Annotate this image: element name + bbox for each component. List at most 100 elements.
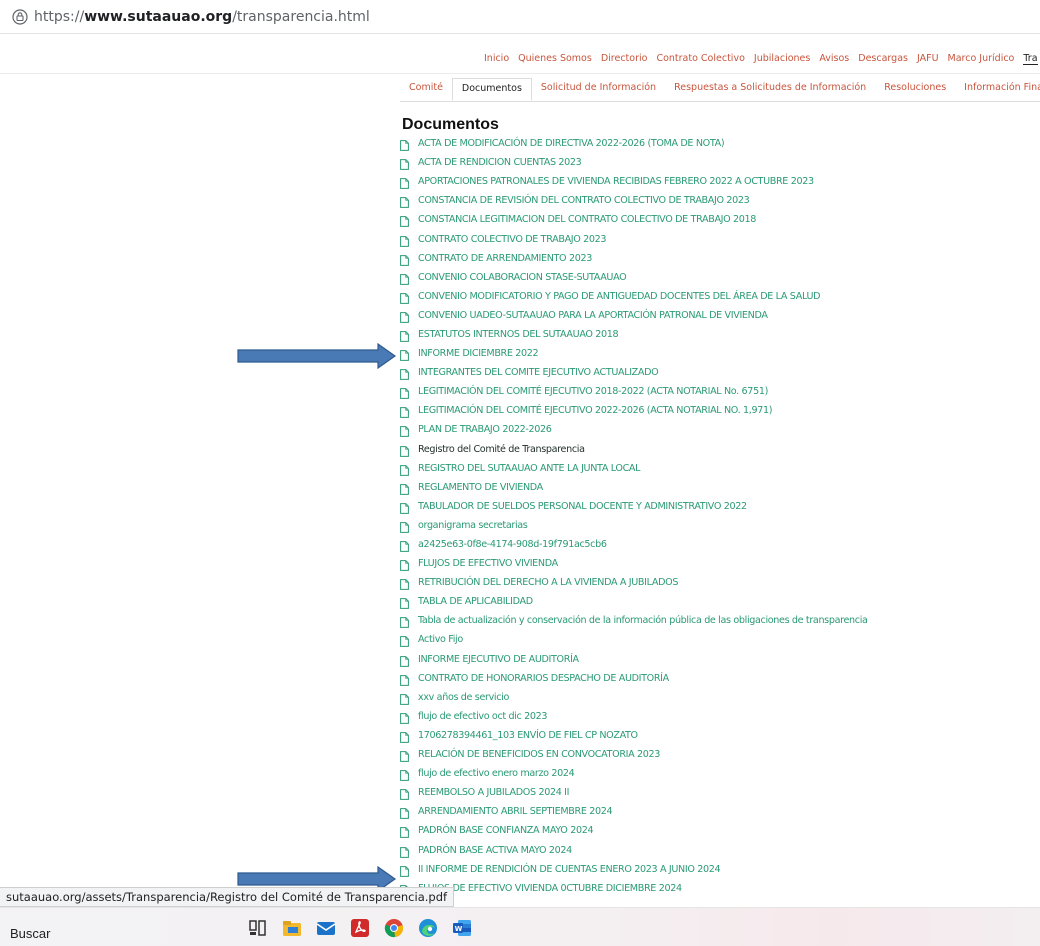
document-link[interactable]: ACTA DE MODIFICACIÓN DE DIRECTIVA 2022-2… [400,134,1040,153]
nav-item-3[interactable]: Contrato Colectivo [656,53,744,65]
document-link[interactable]: FLUJOS DE EFECTIVO VIVIENDA 0CTUBRE DICI… [400,879,1040,898]
document-link[interactable]: a2425e63-0f8e-4174-908d-19f791ac5cb6 [400,535,1040,554]
tab-3[interactable]: Respuestas a Solicitudes de Información [665,78,875,101]
nav-item-1[interactable]: Quienes Somos [518,53,592,65]
document-title: a2425e63-0f8e-4174-908d-19f791ac5cb6 [418,539,607,551]
document-link[interactable]: INFORME EJECUTIVO DE AUDITORÍA [400,650,1040,669]
edge-icon[interactable] [417,917,439,939]
document-title: APORTACIONES PATRONALES DE VIVIENDA RECI… [418,176,814,188]
file-icon [400,444,409,457]
document-title: flujo de efectivo enero marzo 2024 [418,768,575,780]
tab-4[interactable]: Resoluciones [875,78,955,101]
document-link[interactable]: CONVENIO MODIFICATORIO Y PAGO DE ANTIGUE… [400,287,1040,306]
document-link[interactable]: Tabla de actualización y conservación de… [400,611,1040,630]
document-link[interactable]: ESTATUTOS INTERNOS DEL SUTAAUAO 2018 [400,325,1040,344]
url-host: www.sutaauao.org [84,9,233,25]
document-link[interactable]: CONSTANCIA DE REVISIÓN DEL CONTRATO COLE… [400,191,1040,210]
file-icon [400,615,409,629]
file-icon [400,845,409,858]
file-explorer-icon[interactable] [281,917,303,939]
document-link[interactable]: organigrama secretarias [400,516,1040,535]
document-link[interactable]: LEGITIMACIÓN DEL COMITÉ EJECUTIVO 2022-2… [400,401,1040,420]
mail-icon[interactable] [315,917,337,939]
document-link[interactable]: flujo de efectivo enero marzo 2024 [400,764,1040,783]
document-link[interactable]: CONSTANCIA LEGITIMACION DEL CONTRATO COL… [400,210,1040,229]
file-icon [400,157,409,171]
nav-item-6[interactable]: Descargas [858,53,908,65]
document-link[interactable]: RELACIÓN DE BENEFICIDOS EN CONVOCATORIA … [400,745,1040,764]
document-title: ACTA DE RENDICION CUENTAS 2023 [418,157,582,169]
document-link[interactable]: INTEGRANTES DEL COMITE EJECUTIVO ACTUALI… [400,363,1040,382]
top-nav-list: Inicio Quienes Somos Directorio Contrato Co… [484,53,1038,65]
url-text[interactable]: https://www.sutaauao.org/transparencia.h… [34,9,370,25]
nav-item-2[interactable]: Directorio [601,53,648,65]
document-link[interactable]: PADRÓN BASE ACTIVA MAYO 2024 [400,840,1040,859]
document-link[interactable]: FLUJOS DE EFECTIVO VIVIENDA [400,554,1040,573]
tab-1[interactable]: Documentos [451,78,532,101]
document-link[interactable]: 1706278394461_103 ENVÍO DE FIEL CP NOZAT… [400,726,1040,745]
tab-0[interactable]: Comité [400,78,452,101]
document-link[interactable]: LEGITIMACIÓN DEL COMITÉ EJECUTIVO 2018-2… [400,382,1040,401]
file-icon [400,310,409,323]
nav-item-8[interactable]: Marco Jurídico [948,53,1015,65]
document-link[interactable]: APORTACIONES PATRONALES DE VIVIENDA RECI… [400,172,1040,191]
file-icon [400,272,409,285]
document-link[interactable]: INFORME DICIEMBRE 2022 [400,344,1040,363]
document-link[interactable]: ARRENDAMIENTO ABRIL SEPTIEMBRE 2024 [400,802,1040,821]
document-link[interactable]: RETRIBUCIÓN DEL DERECHO A LA VIVIENDA A … [400,573,1040,592]
tab-5[interactable]: Información Financiera [955,78,1040,101]
document-link[interactable]: CONTRATO DE ARRENDAMIENTO 2023 [400,249,1040,268]
nav-item-5[interactable]: Avisos [819,53,849,65]
document-title: CONVENIO MODIFICATORIO Y PAGO DE ANTIGUE… [418,290,821,302]
document-link[interactable]: Registro del Comité de Transparencia [400,440,1040,459]
document-link[interactable]: REGLAMENTO DE VIVIENDA [400,478,1040,497]
document-title: Registro del Comité de Transparencia [418,443,585,455]
document-link[interactable]: CONTRATO COLECTIVO DE TRABAJO 2023 [400,229,1040,248]
document-link[interactable]: TABLA DE APLICABILIDAD [400,592,1040,611]
nav-item-7[interactable]: JAFU [917,53,939,65]
top-nav: Inicio Quienes Somos Directorio Contrato Co… [0,44,1040,74]
file-icon [400,864,409,877]
document-link[interactable]: CONVENIO UADEO-SUTAAUAO PARA LA APORTACI… [400,306,1040,325]
site-info-icon[interactable] [12,9,28,25]
document-link[interactable]: CONVENIO COLABORACION STASE-SUTAAUAO [400,268,1040,287]
document-link[interactable]: REEMBOLSO A JUBILADOS 2024 II [400,783,1040,802]
file-icon [400,253,409,266]
address-bar[interactable]: https://www.sutaauao.org/transparencia.h… [0,0,1040,34]
document-title: 1706278394461_103 ENVÍO DE FIEL CP NOZAT… [418,729,638,741]
acrobat-icon[interactable] [349,917,371,939]
file-icon [400,501,409,514]
file-icon [400,329,409,342]
nav-item-0[interactable]: Inicio [484,53,509,65]
document-title: PADRÓN BASE ACTIVA MAYO 2024 [418,844,572,856]
annotation-arrow-top [237,343,397,369]
document-link[interactable]: CONTRATO DE HONORARIOS DESPACHO DE AUDIT… [400,669,1040,688]
file-icon [400,348,409,361]
file-icon [400,634,409,648]
document-title: LEGITIMACIÓN DEL COMITÉ EJECUTIVO 2018-2… [418,386,768,398]
chrome-icon[interactable] [383,917,405,939]
document-link[interactable]: xxv años de servicio [400,688,1040,707]
word-icon[interactable]: W [451,917,473,939]
document-title: organigrama secretarias [418,519,528,531]
file-icon [400,711,409,724]
svg-text:W: W [455,925,463,933]
document-title: CONSTANCIA LEGITIMACION DEL CONTRATO COL… [418,214,757,226]
document-title: CONTRATO COLECTIVO DE TRABAJO 2023 [418,233,607,245]
task-view-icon[interactable] [247,917,269,939]
document-link[interactable]: PLAN DE TRABAJO 2022-2026 [400,420,1040,439]
nav-item-4[interactable]: Jubilaciones [754,53,810,65]
document-link[interactable]: PADRÓN BASE CONFIANZA MAYO 2024 [400,821,1040,840]
document-title: ARRENDAMIENTO ABRIL SEPTIEMBRE 2024 [418,806,613,818]
document-link[interactable]: ACTA DE RENDICION CUENTAS 2023 [400,153,1040,172]
tab-2[interactable]: Solicitud de Información [532,78,665,101]
document-link[interactable]: REGISTRO DEL SUTAAUAO ANTE LA JUNTA LOCA… [400,459,1040,478]
nav-item-9[interactable]: Tra [1023,53,1038,65]
file-icon [400,176,409,190]
document-link[interactable]: flujo de efectivo oct dic 2023 [400,707,1040,726]
document-link[interactable]: TABULADOR DE SUELDOS PERSONAL DOCENTE Y … [400,497,1040,516]
section-title: Documentos [402,116,499,133]
document-link[interactable]: Activo Fijo [400,630,1040,649]
document-link[interactable]: II INFORME DE RENDICIÓN DE CUENTAS ENERO… [400,860,1040,879]
taskbar-search[interactable]: Buscar [10,926,50,941]
